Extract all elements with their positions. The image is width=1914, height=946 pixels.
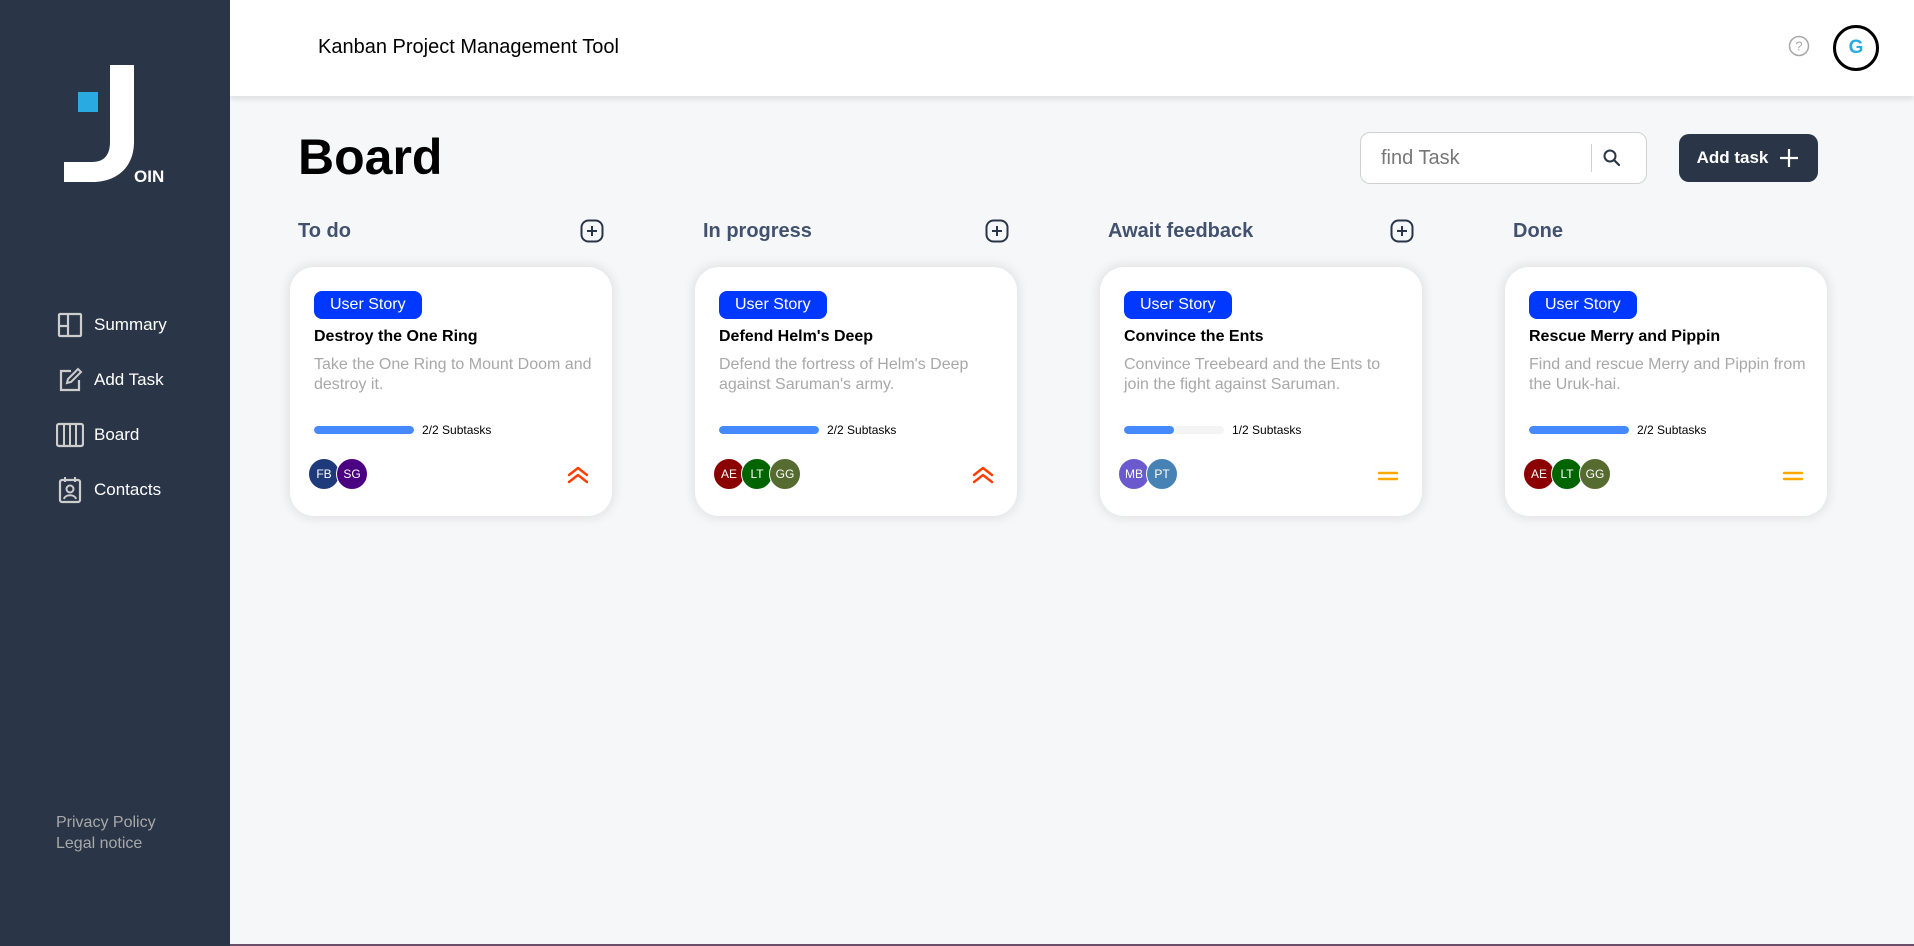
subtask-progress: 2/2 Subtasks: [719, 423, 896, 437]
add-to-column-icon[interactable]: [580, 219, 604, 243]
add-task-icon: [56, 366, 84, 394]
sidebar-item-label: Board: [94, 424, 140, 444]
category-badge: User Story: [1529, 291, 1637, 319]
priority-urgent-icon: [971, 465, 995, 485]
header: Kanban Project Management Tool ? G: [230, 0, 1914, 96]
task-card[interactable]: User Story Convince the Ents Convince Tree…: [1100, 267, 1422, 516]
privacy-policy-link[interactable]: Privacy Policy: [56, 812, 156, 833]
sidebar-item-add-task[interactable]: Add Task: [56, 352, 167, 407]
search-icon: [1603, 149, 1621, 167]
subtask-progress: 1/2 Subtasks: [1124, 423, 1301, 437]
sidebar-item-contacts[interactable]: Contacts: [56, 462, 167, 517]
header-title: Kanban Project Management Tool: [318, 36, 619, 58]
progress-track: [1529, 426, 1629, 434]
category-badge: User Story: [314, 291, 422, 319]
task-card[interactable]: User Story Defend Helm's Deep Defend the f…: [695, 267, 1017, 516]
sidebar-item-label: Contacts: [94, 479, 162, 499]
column-3: Done User Story Rescue Merry and Pippin Fin…: [1505, 218, 1827, 516]
column-header: In progress: [695, 218, 1017, 244]
sidebar-nav: Summary Add Task Board Contacts: [56, 297, 167, 517]
progress-fill: [314, 426, 414, 434]
card-title: Destroy the One Ring: [314, 328, 478, 345]
column-1: In progress User Story Defend Helm's Deep D…: [695, 218, 1017, 516]
priority-medium-icon: [1376, 465, 1400, 485]
help-icon[interactable]: ?: [1788, 35, 1810, 57]
plus-icon: [1780, 149, 1799, 167]
card-title: Rescue Merry and Pippin: [1529, 328, 1721, 345]
task-card[interactable]: User Story Rescue Merry and Pippin Find an…: [1505, 267, 1827, 516]
subtask-progress: 2/2 Subtasks: [314, 423, 491, 437]
sidebar-item-board[interactable]: Board: [56, 407, 167, 462]
progress-track: [314, 426, 414, 434]
sidebar-item-label: Summary: [94, 314, 167, 334]
card-title: Defend Helm's Deep: [719, 328, 874, 345]
subtasks-label: 1/2 Subtasks: [1232, 423, 1302, 437]
column-header: Done: [1505, 218, 1827, 244]
join-logo[interactable]: OIN: [62, 62, 172, 192]
svg-text:?: ?: [1795, 39, 1802, 54]
column-title: Await feedback: [1108, 219, 1254, 242]
assignee-avatar: PT: [1146, 458, 1178, 490]
subtask-progress: 2/2 Subtasks: [1529, 423, 1706, 437]
summary-icon: [56, 311, 84, 339]
assignee-avatars: AE LT GG: [713, 458, 801, 490]
page-title: Board: [298, 129, 443, 185]
task-card[interactable]: User Story Destroy the One Ring Take the O…: [290, 267, 612, 516]
progress-fill: [1124, 426, 1174, 434]
progress-fill: [1529, 426, 1629, 434]
column-header: To do: [290, 218, 612, 244]
column-title: To do: [298, 219, 351, 242]
card-description: Convince Treebeard and the Ents to join …: [1124, 356, 1381, 393]
assignee-avatar: GG: [769, 458, 801, 490]
add-to-column-icon[interactable]: [985, 219, 1009, 243]
add-to-column-icon[interactable]: [1390, 219, 1414, 243]
column-title: Done: [1513, 219, 1563, 242]
sidebar-item-summary[interactable]: Summary: [56, 297, 167, 352]
progress-fill: [719, 426, 819, 434]
assignee-avatar: GG: [1579, 458, 1611, 490]
priority-urgent-icon: [566, 465, 590, 485]
assignee-avatar: SG: [336, 458, 368, 490]
card-description: Defend the fortress of Helm's Deep again…: [719, 356, 969, 393]
user-avatar[interactable]: G: [1833, 25, 1879, 71]
card-title: Convince the Ents: [1124, 328, 1264, 345]
search-box: [1360, 132, 1647, 184]
progress-track: [719, 426, 819, 434]
column-header: Await feedback: [1100, 218, 1422, 244]
search-button[interactable]: [1592, 138, 1632, 178]
card-description: Take the One Ring to Mount Doom and dest…: [314, 356, 592, 393]
assignee-avatars: MB PT: [1118, 458, 1178, 490]
sidebar-item-label: Add Task: [94, 369, 164, 389]
footer-links: Privacy Policy Legal notice: [56, 812, 156, 854]
contacts-icon: [56, 476, 84, 504]
search-input[interactable]: [1381, 146, 1591, 170]
subtasks-label: 2/2 Subtasks: [827, 423, 897, 437]
assignee-avatars: FB SG: [308, 458, 368, 490]
card-description: Find and rescue Merry and Pippin from th…: [1529, 356, 1806, 393]
column-title: In progress: [703, 219, 812, 242]
sidebar: OIN Summary Add Task Board Contacts Priv…: [0, 0, 230, 946]
category-badge: User Story: [1124, 291, 1232, 319]
add-task-label: Add task: [1696, 148, 1769, 167]
category-badge: User Story: [719, 291, 827, 319]
subtasks-label: 2/2 Subtasks: [422, 423, 492, 437]
column-0: To do User Story Destroy the One Ring Take …: [290, 218, 612, 516]
board-icon: [56, 421, 84, 449]
logo-text: OIN: [134, 167, 164, 186]
progress-track: [1124, 426, 1224, 434]
assignee-avatars: AE LT GG: [1523, 458, 1611, 490]
legal-notice-link[interactable]: Legal notice: [56, 833, 156, 854]
subtasks-label: 2/2 Subtasks: [1637, 423, 1707, 437]
add-task-button[interactable]: Add task: [1679, 134, 1818, 182]
priority-medium-icon: [1781, 465, 1805, 485]
column-2: Await feedback User Story Convince the Ent…: [1100, 218, 1422, 516]
